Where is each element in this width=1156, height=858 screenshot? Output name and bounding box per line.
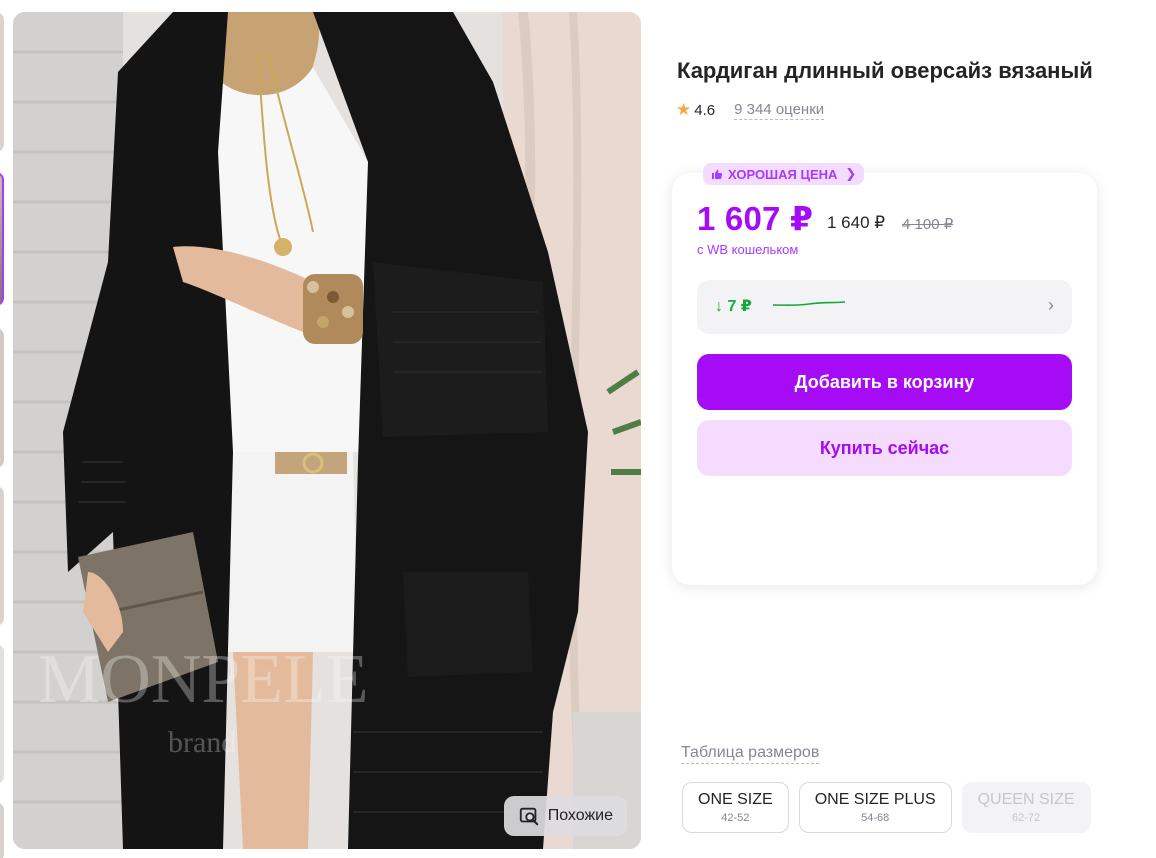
wallet-price: 1 607 ₽ <box>697 200 814 237</box>
price-history[interactable]: ↓ 7 ₽ › <box>697 280 1072 334</box>
price-history-sparkline <box>773 301 846 307</box>
chevron-right-icon: › <box>1048 295 1054 315</box>
size-name: QUEEN SIZE <box>977 791 1075 808</box>
image-search-icon <box>519 807 538 826</box>
photo-watermark-sub: brand <box>168 726 236 759</box>
price-history-delta: ↓ 7 ₽ <box>715 298 752 315</box>
thumbnail[interactable] <box>0 328 4 468</box>
thumbs-up-icon <box>712 169 723 179</box>
similar-button-label: Похожие <box>547 807 613 824</box>
product-photo-image: MONPELE brand <box>13 12 641 849</box>
size-range: 54-68 <box>861 812 890 824</box>
star-icon: ★ <box>676 100 692 119</box>
chevron-right-icon: ❯ <box>845 166 857 181</box>
thumbnail[interactable] <box>0 12 4 152</box>
product-title: Кардиган длинный оверсайз вязаный <box>677 58 1093 83</box>
thumbnail[interactable] <box>0 644 4 784</box>
thumbnail-selected[interactable] <box>0 172 4 306</box>
size-range: 62-72 <box>1011 812 1041 824</box>
size-name: ONE SIZE PLUS <box>814 791 936 808</box>
size-option[interactable]: ONE SIZE 42-52 <box>682 782 789 833</box>
rating-value: 4.6 <box>694 101 716 119</box>
size-selector: ONE SIZE 42-52 ONE SIZE PLUS 54-68 QUEEN… <box>682 782 1091 833</box>
photo-watermark: MONPELE <box>38 641 369 718</box>
good-price-badge-label: ХОРОШАЯ ЦЕНА <box>728 166 838 182</box>
product-page: MONPELE brand Похожие Кардиган длинный о… <box>0 0 1156 858</box>
similar-button[interactable]: Похожие <box>503 796 627 836</box>
thumbnail[interactable] <box>0 802 4 858</box>
good-price-badge[interactable]: ХОРОШАЯ ЦЕНА ❯ <box>703 163 865 185</box>
size-option[interactable]: ONE SIZE PLUS 54-68 <box>798 782 952 833</box>
old-price: 4 100 ₽ <box>902 216 954 233</box>
thumbnail-strip <box>0 12 6 858</box>
add-to-cart-button[interactable]: Добавить в корзину <box>697 354 1072 410</box>
product-photo[interactable]: MONPELE brand Похожие <box>13 12 641 849</box>
size-name: ONE SIZE <box>698 791 773 808</box>
thumbnail[interactable] <box>0 486 4 626</box>
wallet-note: с WB кошельком <box>697 242 799 257</box>
regular-price: 1 640 ₽ <box>827 213 886 232</box>
reviews-link[interactable]: 9 344 оценки <box>734 101 825 120</box>
size-range: 42-52 <box>721 812 750 824</box>
product-rating: ★ 4.6 9 344 оценки <box>676 100 825 120</box>
size-option-disabled: QUEEN SIZE 62-72 <box>961 782 1091 833</box>
size-table-link[interactable]: Таблица размеров <box>681 744 820 764</box>
buy-now-button[interactable]: Купить сейчас <box>697 420 1072 476</box>
